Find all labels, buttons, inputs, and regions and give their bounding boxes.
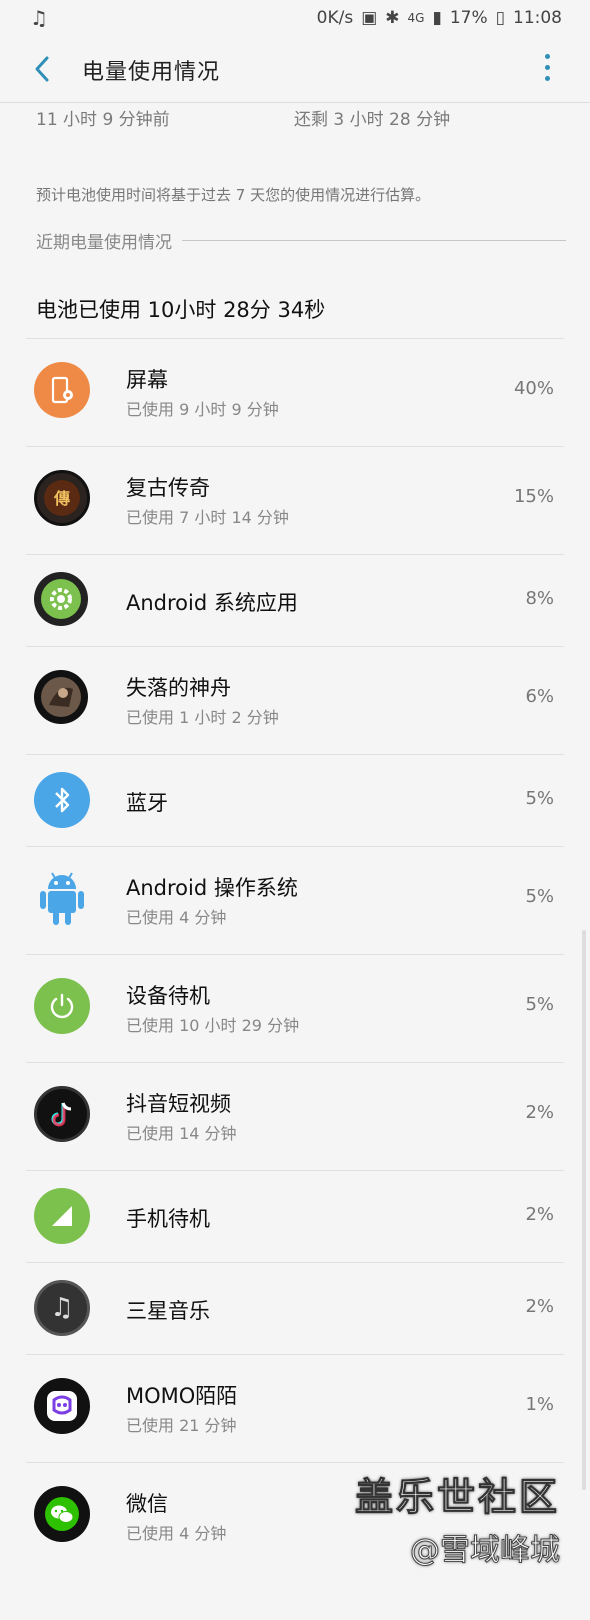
- scrollbar[interactable]: [582, 930, 586, 1490]
- divider: [26, 446, 564, 447]
- usage-percent: 1%: [525, 1394, 554, 1415]
- signal-icon: ▮: [432, 8, 442, 28]
- battery-icon: ▯: [495, 8, 505, 28]
- usage-time: 已使用 10 小时 29 分钟: [126, 1016, 300, 1035]
- list-item[interactable]: Android 系统应用 8%: [0, 554, 590, 646]
- power-icon: [34, 978, 90, 1034]
- divider: [26, 1262, 564, 1263]
- bluetooth-icon: ✱: [385, 8, 400, 28]
- screen-icon: [34, 362, 90, 418]
- signal-icon: [34, 1188, 90, 1244]
- charged-ago: 11 小时 9 分钟前: [36, 110, 170, 130]
- battery-saver-icon: ▣: [361, 8, 378, 28]
- usage-time: 已使用 4 分钟: [126, 1524, 227, 1543]
- usage-percent: 8%: [525, 588, 554, 609]
- net-speed: 0K/s: [316, 8, 354, 28]
- time-remaining: 还剩 3 小时 28 分钟: [294, 110, 451, 130]
- list-item[interactable]: ♫ 三星音乐 2%: [0, 1262, 590, 1354]
- usage-percent: 5%: [525, 994, 554, 1015]
- network-type: 4G: [407, 11, 425, 25]
- music-note-icon: ♫: [30, 6, 48, 30]
- app-name: Android 系统应用: [126, 591, 298, 615]
- status-right: 0K/s ▣ ✱ 4G ▮ 17% ▯ 11:08: [317, 8, 562, 28]
- app-name: 三星音乐: [126, 1299, 210, 1323]
- divider: [26, 1170, 564, 1171]
- list-item[interactable]: Android 操作系统 已使用 4 分钟 5%: [0, 846, 590, 954]
- app-name: MOMO陌陌: [126, 1384, 238, 1408]
- douyin-icon: [34, 1086, 90, 1142]
- divider: [26, 1354, 564, 1355]
- battery-used-total: 电池已使用 10小时 28分 34秒: [36, 298, 326, 322]
- usage-percent: 2%: [525, 1296, 554, 1317]
- divider: [26, 338, 564, 339]
- watermark: 盖乐世社区 @雪域峰城: [354, 1466, 560, 1569]
- divider: [26, 1462, 564, 1463]
- wechat-icon: [34, 1486, 90, 1542]
- page-title: 电量使用情况: [82, 60, 221, 85]
- section-header: 近期电量使用情况: [36, 228, 566, 253]
- divider: [26, 846, 564, 847]
- list-item[interactable]: 设备待机 已使用 10 小时 29 分钟 5%: [0, 954, 590, 1062]
- app-name: 设备待机: [126, 984, 210, 1008]
- list-item[interactable]: 屏幕 已使用 9 小时 9 分钟 40%: [0, 338, 590, 446]
- settings-gear-icon: [34, 572, 88, 626]
- list-item[interactable]: 失落的神舟 已使用 1 小时 2 分钟 6%: [0, 646, 590, 754]
- clock: 11:08: [513, 8, 562, 28]
- app-name: 复古传奇: [126, 476, 210, 500]
- divider: [26, 1062, 564, 1063]
- momo-icon: [34, 1378, 90, 1434]
- app-bar: 电量使用情况: [0, 38, 590, 103]
- usage-percent: 40%: [513, 378, 554, 399]
- app-name: 失落的神舟: [126, 676, 231, 700]
- back-arrow-icon[interactable]: [28, 52, 58, 86]
- usage-percent: 5%: [525, 886, 554, 907]
- watermark-line-1: 盖乐世社区: [354, 1475, 560, 1520]
- app-name: 手机待机: [126, 1207, 210, 1231]
- more-vert-icon[interactable]: [542, 54, 552, 84]
- app-name: 微信: [126, 1492, 168, 1516]
- music-note-icon: ♫: [34, 1280, 90, 1336]
- list-item[interactable]: 傳 复古传奇 已使用 7 小时 14 分钟 15%: [0, 446, 590, 554]
- usage-time: 已使用 14 分钟: [126, 1124, 237, 1143]
- usage-time: 已使用 4 分钟: [126, 908, 227, 927]
- game-icon: 傳: [34, 470, 90, 526]
- divider: [26, 646, 564, 647]
- divider: [26, 754, 564, 755]
- app-name: Android 操作系统: [126, 876, 298, 900]
- app-name: 蓝牙: [126, 791, 168, 815]
- usage-time: 已使用 9 小时 9 分钟: [126, 400, 279, 419]
- battery-percent: 17%: [449, 8, 488, 28]
- usage-time: 已使用 7 小时 14 分钟: [126, 508, 289, 527]
- usage-percent: 2%: [525, 1204, 554, 1225]
- divider: [26, 554, 564, 555]
- usage-time: 已使用 1 小时 2 分钟: [126, 708, 279, 727]
- usage-percent: 6%: [525, 686, 554, 707]
- svg-text:傳: 傳: [53, 489, 70, 508]
- usage-time: 已使用 21 分钟: [126, 1416, 237, 1435]
- list-item[interactable]: MOMO陌陌 已使用 21 分钟 1%: [0, 1354, 590, 1462]
- usage-summary: 11 小时 9 分钟前 还剩 3 小时 28 分钟: [36, 105, 556, 130]
- list-item[interactable]: 蓝牙 5%: [0, 754, 590, 846]
- usage-percent: 15%: [513, 486, 554, 507]
- status-bar: ♫ 0K/s ▣ ✱ 4G ▮ 17% ▯ 11:08: [0, 0, 590, 38]
- section-title: 近期电量使用情况: [36, 233, 182, 253]
- divider: [26, 954, 564, 955]
- game-icon: [34, 670, 88, 724]
- android-icon: [34, 870, 90, 926]
- estimate-note: 预计电池使用时间将基于过去 7 天您的使用情况进行估算。: [36, 186, 431, 204]
- usage-percent: 5%: [525, 788, 554, 809]
- list-item[interactable]: 抖音短视频 已使用 14 分钟 2%: [0, 1062, 590, 1170]
- usage-list: 屏幕 已使用 9 小时 9 分钟 40% 傳 复古传奇 已使用 7 小时 14 …: [0, 338, 590, 1570]
- bluetooth-icon: [34, 772, 90, 828]
- app-name: 屏幕: [126, 368, 168, 392]
- app-name: 抖音短视频: [126, 1092, 231, 1116]
- watermark-line-2: @雪域峰城: [409, 1533, 560, 1569]
- usage-percent: 2%: [525, 1102, 554, 1123]
- list-item[interactable]: 手机待机 2%: [0, 1170, 590, 1262]
